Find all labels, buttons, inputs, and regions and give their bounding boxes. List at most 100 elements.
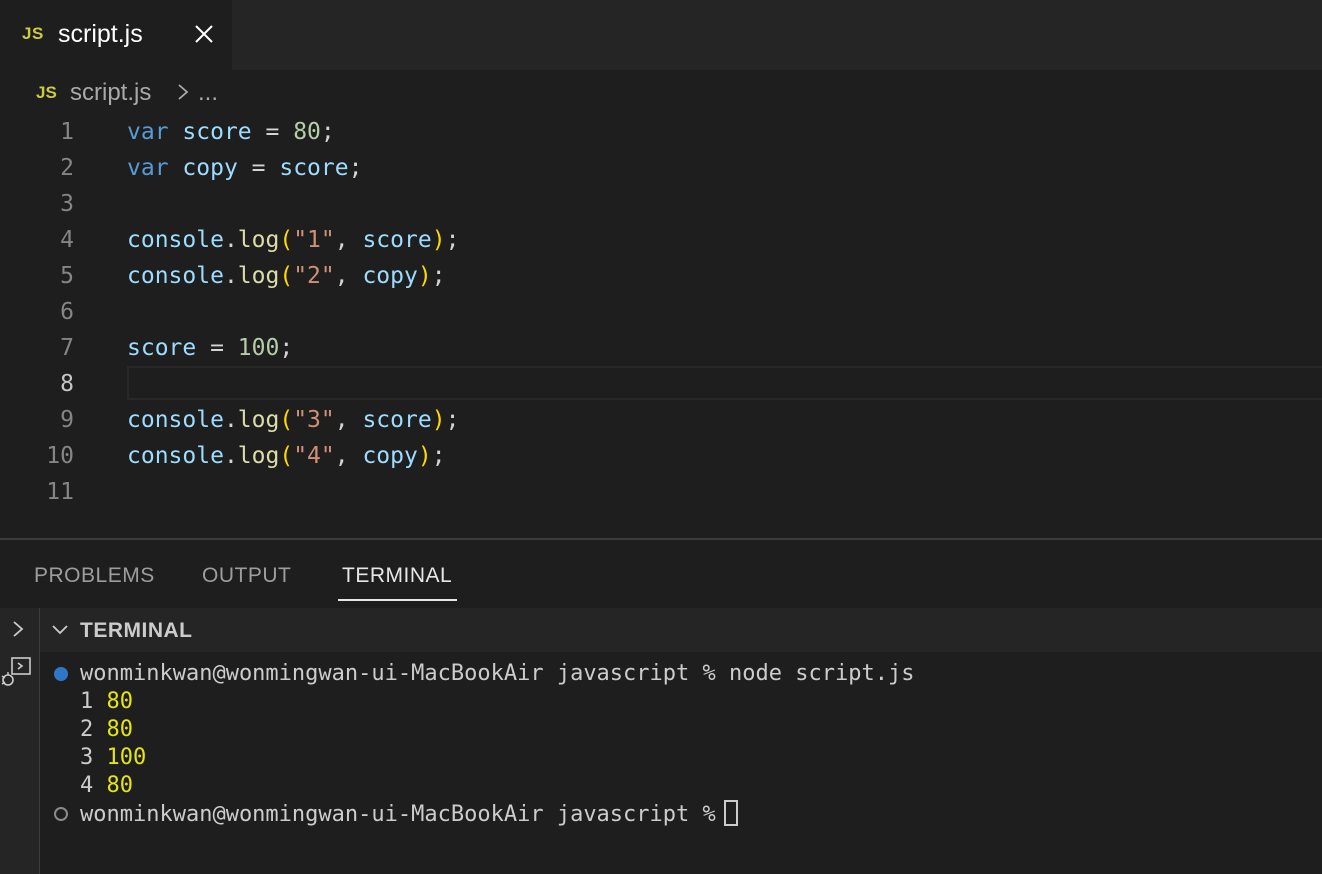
code-token: log <box>237 227 280 253</box>
terminal-output-line: 1 80 <box>80 688 133 716</box>
code-token: ; <box>279 335 294 361</box>
code-line[interactable]: 5 console.log("2", copy); <box>0 258 1322 294</box>
code-token: copy <box>182 155 238 181</box>
tab-problems[interactable]: PROBLEMS <box>34 564 155 588</box>
terminal-side-bar <box>0 608 40 874</box>
code-line[interactable]: 7 score = 100; <box>0 330 1322 366</box>
output-value: 80 <box>106 773 134 798</box>
line-number: 7 <box>60 335 74 361</box>
active-tab-indicator <box>338 599 457 601</box>
code-line[interactable]: 10 console.log("4", copy); <box>0 438 1322 474</box>
chevron-right-icon[interactable] <box>8 618 28 640</box>
code-line[interactable]: 9 console.log("3", score); <box>0 402 1322 438</box>
terminal-command-line: wonminkwan@wonmingwan-ui-MacBookAir java… <box>80 661 915 686</box>
code-token: ; <box>445 407 460 433</box>
code-token: "4" <box>293 443 335 469</box>
code-token: ; <box>431 443 446 469</box>
code-token: ) <box>417 443 432 469</box>
terminal-cursor <box>723 800 738 826</box>
code-token: score <box>362 227 432 253</box>
code-token: . <box>223 443 238 469</box>
code-token: . <box>223 227 238 253</box>
terminal-section-title: TERMINAL <box>80 619 193 642</box>
javascript-file-icon: JS <box>22 24 44 43</box>
code-token: "3" <box>293 407 335 433</box>
code-line[interactable]: 1 var score = 80; <box>0 114 1322 150</box>
code-token: score <box>182 119 252 145</box>
code-token: ; <box>445 227 460 253</box>
command-success-icon[interactable] <box>54 667 68 681</box>
code-token: var <box>127 119 169 145</box>
code-token: , <box>334 443 363 469</box>
close-icon[interactable] <box>192 22 216 46</box>
code-line[interactable]: 8 <box>0 366 1322 402</box>
output-value: 80 <box>106 689 134 714</box>
code-token: log <box>237 263 280 289</box>
code-token: score <box>279 155 349 181</box>
code-line[interactable]: 2 var copy = score; <box>0 150 1322 186</box>
code-token: . <box>223 263 238 289</box>
code-token: ( <box>279 407 294 433</box>
code-text: console.log("1", score); <box>127 222 459 258</box>
code-line[interactable]: 6 <box>0 294 1322 330</box>
code-token: "2" <box>293 263 335 289</box>
code-token: , <box>334 227 363 253</box>
chevron-right-icon <box>178 84 189 100</box>
line-number: 3 <box>60 191 74 217</box>
terminal-section-header[interactable]: TERMINAL <box>40 608 1322 652</box>
output-value: 100 <box>106 745 147 770</box>
code-token: log <box>237 443 280 469</box>
line-number: 1 <box>60 119 74 145</box>
line-number: 11 <box>46 479 74 505</box>
terminal-output[interactable]: wonminkwan@wonmingwan-ui-MacBookAir java… <box>40 652 1322 874</box>
code-token: , <box>334 407 363 433</box>
breadcrumb-file[interactable]: script.js <box>70 79 151 107</box>
code-line[interactable]: 11 <box>0 474 1322 510</box>
editor-tab-bar: JS script.js <box>0 0 1322 70</box>
debug-console-icon[interactable] <box>0 654 34 688</box>
code-editor[interactable]: 1 var score = 80; 2 var copy = score; 3 4 cons… <box>0 114 1322 538</box>
code-token: = <box>196 335 238 361</box>
tab-script-js[interactable]: JS script.js <box>0 0 232 70</box>
tab-output[interactable]: OUTPUT <box>202 564 291 588</box>
breadcrumb-more[interactable]: ... <box>198 79 218 107</box>
line-number: 10 <box>46 443 74 469</box>
terminal-output-line: 2 80 <box>80 716 133 744</box>
code-token: copy <box>362 263 418 289</box>
code-line[interactable]: 3 <box>0 186 1322 222</box>
code-token: ) <box>417 263 432 289</box>
line-number: 4 <box>60 227 74 253</box>
code-token: score <box>362 407 432 433</box>
code-token: console <box>127 263 224 289</box>
code-text: var score = 80; <box>127 114 335 150</box>
code-text: console.log("4", copy); <box>127 438 446 474</box>
terminal-prompt-line: wonminkwan@wonmingwan-ui-MacBookAir java… <box>80 800 738 829</box>
code-text: var copy = score; <box>127 150 362 186</box>
code-token: , <box>334 263 363 289</box>
code-token: copy <box>362 443 418 469</box>
tab-label: script.js <box>58 20 143 48</box>
code-token: . <box>223 407 238 433</box>
code-token: "1" <box>293 227 335 253</box>
code-token: ) <box>431 407 446 433</box>
line-number: 2 <box>60 155 74 181</box>
code-token: = <box>237 155 280 181</box>
code-line[interactable]: 4 console.log("1", score); <box>0 222 1322 258</box>
tab-terminal[interactable]: TERMINAL <box>342 564 452 588</box>
line-number: 8 <box>60 371 74 397</box>
output-label: 2 <box>80 717 94 742</box>
terminal-prompt: wonminkwan@wonmingwan-ui-MacBookAir java… <box>80 802 716 827</box>
line-number: 5 <box>60 263 74 289</box>
code-token: = <box>251 119 294 145</box>
panel-tab-bar: PROBLEMS OUTPUT TERMINAL <box>0 540 1322 608</box>
line-number: 6 <box>60 299 74 325</box>
code-token: 80 <box>293 119 321 145</box>
chevron-down-icon[interactable] <box>50 620 70 640</box>
command-pending-icon <box>54 807 68 821</box>
code-token: console <box>127 227 224 253</box>
code-token: ; <box>431 263 446 289</box>
code-text: console.log("3", score); <box>127 402 459 438</box>
code-token: console <box>127 443 224 469</box>
